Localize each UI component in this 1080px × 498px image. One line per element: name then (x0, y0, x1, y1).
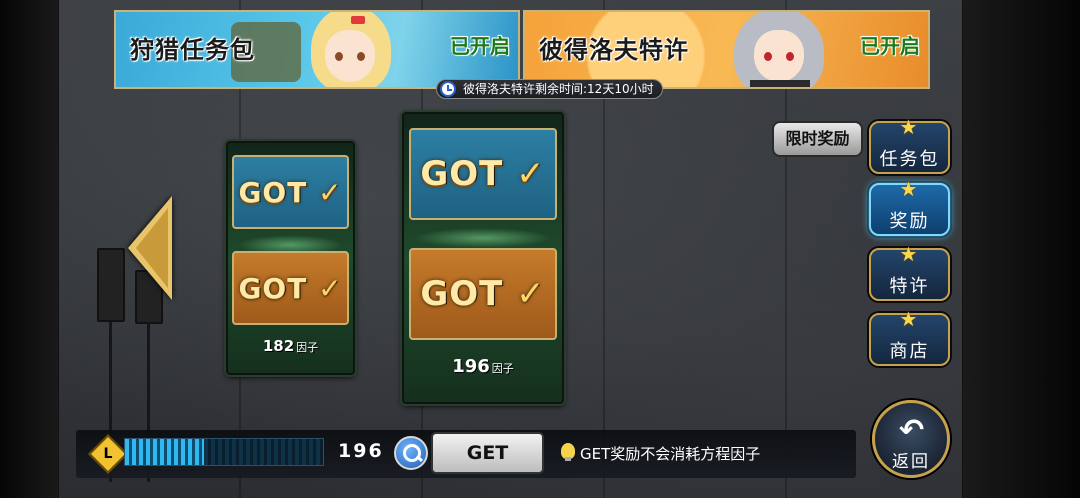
got-label: GOT (238, 271, 308, 305)
factor-amount: 196 因子 (452, 356, 514, 377)
right-frame (963, 0, 1080, 498)
star-icon: ★ (899, 177, 920, 201)
level-letter: L (103, 446, 113, 462)
back-arrow-icon: ↶ (899, 413, 925, 448)
limited-reward-button[interactable]: 限时奖励 (772, 121, 863, 157)
search-icon[interactable] (394, 436, 428, 470)
banner-title: 狩猎任务包 (130, 36, 255, 64)
reward-slot-bottom: GOT ✓ (409, 248, 557, 340)
lightbulb-icon (561, 443, 575, 461)
tab-pass[interactable]: ★ 特许 (869, 244, 950, 301)
hunt-pack-banner[interactable]: 狩猎任务包 已开启 (114, 10, 520, 89)
factor-progress-bar (124, 438, 324, 466)
glow-divider (414, 228, 552, 248)
get-button[interactable]: GET (431, 432, 544, 474)
previous-arrow[interactable] (128, 196, 172, 300)
progress-remaining (204, 439, 323, 465)
tab-label: 特许 (889, 276, 930, 297)
got-label: GOT (238, 175, 308, 209)
back-label: 返回 (892, 452, 930, 472)
reward-slot-top: GOT ✓ (232, 155, 349, 229)
got-label: GOT (420, 154, 504, 194)
character-portrait (720, 12, 840, 87)
star-icon: ★ (899, 115, 920, 139)
tab-task-pack[interactable]: ★ 任务包 (869, 117, 950, 174)
reward-slot-top: GOT ✓ (409, 128, 557, 220)
timer-text: 彼得洛夫特许剩余时间:12天10小时 (463, 82, 654, 96)
check-icon: ✓ (516, 274, 546, 314)
tab-label: 任务包 (879, 149, 940, 170)
progress-fill (125, 439, 205, 465)
banner-status: 已开启 (860, 34, 920, 58)
tab-label: 奖励 (889, 211, 930, 232)
check-icon: ✓ (318, 271, 343, 305)
tab-label: 商店 (889, 341, 930, 362)
pass-timer: 彼得洛夫特许剩余时间:12天10小时 (436, 79, 663, 99)
check-icon: ✓ (516, 154, 546, 194)
star-icon: ★ (899, 307, 920, 331)
back-button[interactable]: ↶ 返回 (872, 400, 950, 478)
banner-title: 彼得洛夫特许 (539, 36, 689, 64)
petrov-pass-banner[interactable]: 彼得洛夫特许 已开启 (523, 10, 930, 89)
left-frame (0, 0, 58, 498)
got-label: GOT (420, 274, 504, 314)
check-icon: ✓ (318, 175, 343, 209)
clock-icon (440, 81, 456, 97)
factor-count: 196 (338, 440, 384, 462)
hint-text: GET奖励不会消耗方程因子 (580, 445, 761, 463)
tab-shop[interactable]: ★ 商店 (869, 309, 950, 366)
factor-amount: 182 因子 (262, 337, 319, 355)
tab-rewards[interactable]: ★ 奖励 (869, 179, 950, 236)
reward-card[interactable]: GOT ✓ GOT ✓ 196 因子 (402, 112, 564, 404)
reward-slot-bottom: GOT ✓ (232, 251, 349, 325)
reward-card[interactable]: GOT ✓ GOT ✓ 182 因子 (226, 141, 355, 375)
character-portrait (231, 12, 411, 87)
star-icon: ★ (899, 242, 920, 266)
banner-status: 已开启 (450, 34, 510, 58)
